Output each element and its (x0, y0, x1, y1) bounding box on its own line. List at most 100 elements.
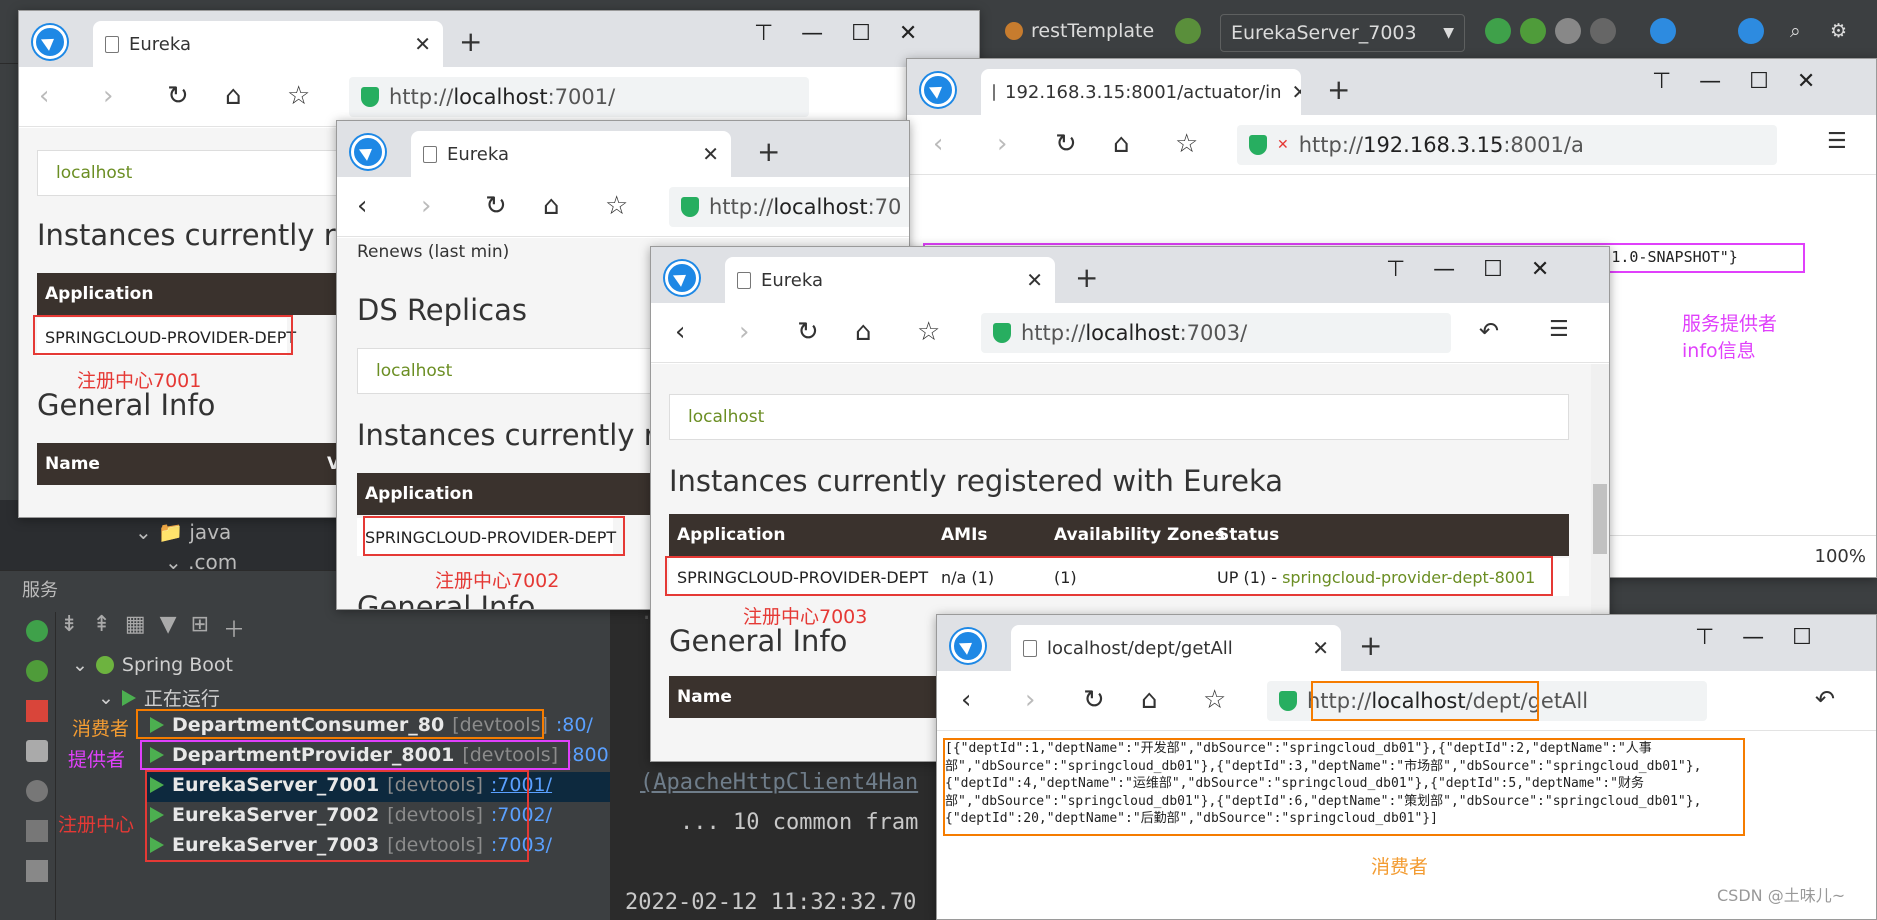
build-hammer-icon[interactable] (1175, 18, 1201, 44)
reload-icon[interactable]: ↻ (797, 317, 819, 347)
close-tab-icon[interactable]: ✕ (702, 142, 719, 166)
forward-icon[interactable]: › (997, 129, 1007, 159)
home-icon[interactable]: ⌂ (855, 317, 872, 347)
forward-icon[interactable]: › (739, 317, 749, 347)
star-icon[interactable]: ☆ (917, 317, 940, 347)
rerun-icon[interactable] (25, 620, 48, 642)
new-tab-icon[interactable]: ⊞ (191, 612, 209, 644)
tab-eureka[interactable]: Eureka ✕ (411, 131, 731, 177)
close-tab-icon[interactable]: ✕ (1312, 636, 1329, 660)
skin-icon[interactable]: ⊤ (1652, 69, 1671, 94)
star-icon[interactable]: ☆ (287, 81, 310, 111)
menu-icon[interactable]: ☰ (1827, 129, 1847, 154)
spring-boot-icon (95, 656, 114, 674)
minimize-icon[interactable]: — (801, 21, 823, 46)
address-bar[interactable]: http://localhost:70 (669, 187, 909, 227)
tab-dept-getall[interactable]: localhost/dept/getAll ✕ (1011, 625, 1341, 671)
back-icon[interactable]: ‹ (961, 685, 971, 715)
reload-icon[interactable]: ↻ (485, 191, 507, 221)
address-bar[interactable]: http://localhost:7003/ (981, 313, 1451, 353)
maximize-icon[interactable]: ☐ (1792, 625, 1812, 650)
layout-icon[interactable] (25, 860, 48, 882)
tab-eureka[interactable]: Eureka ✕ (725, 257, 1055, 303)
address-bar[interactable]: http://localhost:7001/ (349, 77, 809, 117)
new-tab-button[interactable]: + (1075, 261, 1098, 294)
tab-actuator-info[interactable]: 192.168.3.15:8001/actuator/in ✕ (981, 69, 1301, 115)
close-tab-icon[interactable]: ✕ (414, 32, 431, 56)
titlebar: Eureka ✕ + ⊤ — ☐ ✕ (19, 11, 979, 67)
minimize-icon[interactable]: — (1699, 69, 1721, 94)
reload-icon[interactable]: ↻ (1055, 129, 1077, 159)
collapse-all-icon[interactable]: ⇞ (92, 612, 110, 644)
search-everywhere-icon[interactable] (1738, 18, 1764, 44)
back-icon[interactable]: ‹ (39, 81, 49, 111)
login-icon[interactable] (25, 820, 48, 842)
home-icon[interactable]: ⌂ (225, 81, 242, 111)
star-icon[interactable]: ☆ (1203, 685, 1226, 715)
debug-bug-icon[interactable] (1520, 18, 1546, 44)
run-config-select[interactable]: EurekaServer_7003 ▼ (1220, 14, 1465, 52)
skin-icon[interactable]: ⊤ (1386, 257, 1405, 282)
back-icon[interactable]: ‹ (675, 317, 685, 347)
forward-icon[interactable]: › (421, 191, 431, 221)
row-highlight (33, 315, 293, 355)
close-tab-icon[interactable]: ✕ (1292, 80, 1301, 104)
back-icon[interactable]: ‹ (357, 191, 367, 221)
group-icon[interactable]: ▦ (125, 612, 146, 644)
settings-icon[interactable] (25, 780, 48, 802)
stop-icon[interactable] (25, 700, 48, 722)
close-window-icon[interactable]: ✕ (899, 21, 917, 46)
filter-icon[interactable]: ▼ (160, 612, 177, 644)
update-icon[interactable] (1650, 18, 1676, 44)
undo-icon[interactable]: ↶ (1815, 685, 1835, 713)
tree-running[interactable]: ⌄ 正在运行 (98, 684, 220, 711)
address-bar[interactable]: ✕ http://192.168.3.15:8001/a (1237, 125, 1777, 165)
general-info-heading: General Info (37, 388, 216, 422)
star-icon[interactable]: ☆ (1175, 129, 1198, 159)
maximize-icon[interactable]: ☐ (1749, 69, 1769, 94)
close-window-icon[interactable]: ✕ (1531, 257, 1549, 282)
page-icon (423, 145, 437, 163)
browser-toolbar: ‹ › ↻ ⌂ ☆ http://localhost:7001/ (19, 67, 979, 127)
camera-icon[interactable] (25, 740, 48, 762)
skin-icon[interactable]: ⊤ (754, 21, 773, 46)
table-header: Application (37, 273, 357, 315)
annotation: 消费者 (1371, 856, 1429, 878)
search-icon[interactable]: ⌕ (1790, 20, 1801, 42)
profile-icon[interactable] (1590, 18, 1616, 44)
coverage-icon[interactable] (1555, 18, 1581, 44)
tree-spring-boot[interactable]: ⌄ Spring Boot (72, 654, 233, 676)
home-icon[interactable]: ⌂ (1113, 129, 1130, 159)
close-tab-icon[interactable]: ✕ (1026, 268, 1043, 292)
add-icon[interactable]: ＋ (223, 612, 245, 644)
undo-icon[interactable]: ↶ (1479, 317, 1499, 345)
reload-icon[interactable]: ↻ (167, 81, 189, 111)
home-icon[interactable]: ⌂ (1141, 685, 1158, 715)
new-tab-button[interactable]: + (757, 135, 780, 168)
zoom-level[interactable]: 100% (1815, 546, 1866, 567)
gear-icon[interactable]: ⚙ (1830, 20, 1847, 42)
forward-icon[interactable]: › (1025, 685, 1035, 715)
skin-icon[interactable]: ⊤ (1695, 625, 1714, 650)
debug-icon[interactable] (25, 660, 48, 682)
close-window-icon[interactable]: ✕ (1797, 69, 1815, 94)
maximize-icon[interactable]: ☐ (851, 21, 871, 46)
new-tab-button[interactable]: + (1327, 73, 1350, 106)
console-line: ... 10 common fram (680, 810, 919, 835)
breadcrumb[interactable]: restTemplate (1005, 20, 1154, 42)
star-icon[interactable]: ☆ (605, 191, 628, 221)
rerun-icon[interactable] (1485, 18, 1511, 44)
minimize-icon[interactable]: — (1742, 625, 1764, 650)
home-icon[interactable]: ⌂ (543, 191, 560, 221)
new-tab-button[interactable]: + (1359, 629, 1382, 662)
forward-icon[interactable]: › (103, 81, 113, 111)
tree-node-java[interactable]: ⌄ 📁 java (135, 520, 231, 544)
new-tab-button[interactable]: + (459, 25, 482, 58)
maximize-icon[interactable]: ☐ (1483, 257, 1503, 282)
expand-all-icon[interactable]: ⇟ (60, 612, 78, 644)
menu-icon[interactable]: ☰ (1549, 317, 1569, 342)
tab-eureka[interactable]: Eureka ✕ (93, 21, 443, 67)
reload-icon[interactable]: ↻ (1083, 685, 1105, 715)
minimize-icon[interactable]: — (1433, 257, 1455, 282)
back-icon[interactable]: ‹ (933, 129, 943, 159)
